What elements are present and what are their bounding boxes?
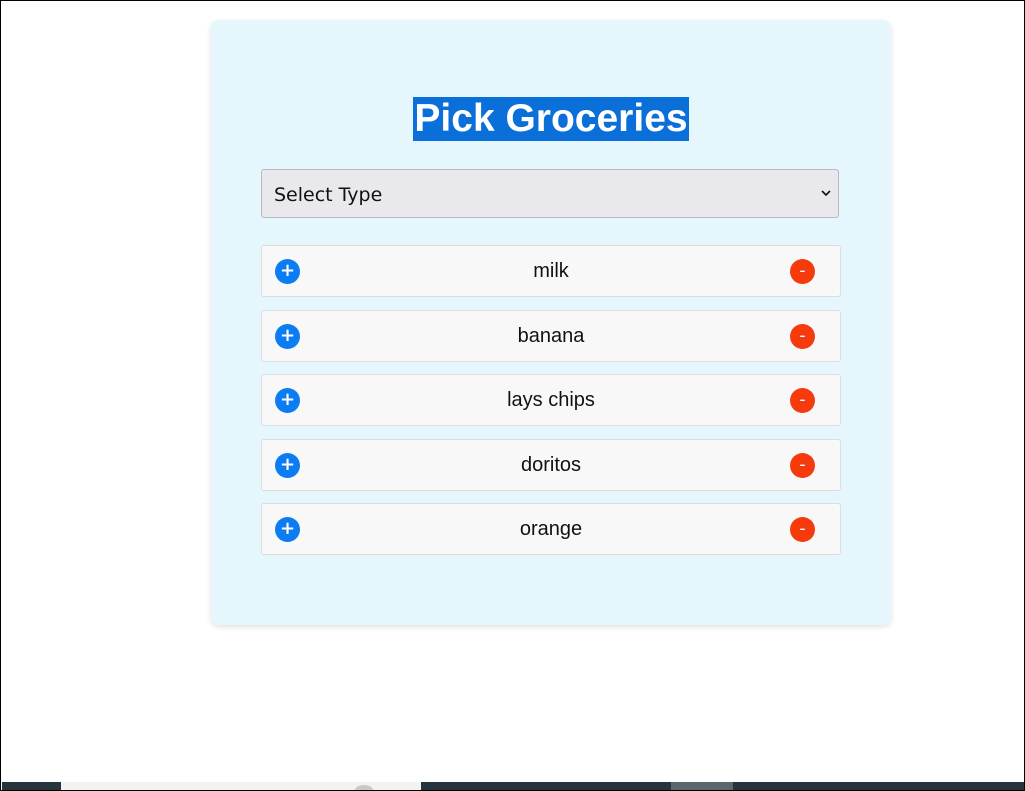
chevron-down-icon [821, 190, 831, 197]
taskbar-active-app[interactable] [671, 782, 733, 790]
page-title: Pick Groceries [413, 97, 689, 141]
taskbar-search-area[interactable] [61, 782, 421, 790]
type-select-value: Select Type [274, 184, 383, 206]
taskbar-icon [355, 785, 373, 790]
grocery-item-orange: + orange - [261, 503, 841, 555]
add-button[interactable]: + [275, 259, 300, 284]
add-button[interactable]: + [275, 517, 300, 542]
grocery-item-label: milk [533, 260, 569, 282]
grocery-item-doritos: + doritos - [261, 438, 841, 491]
remove-button[interactable]: - [790, 452, 815, 478]
grocery-list: + milk - + banana - + lays chips - + dor… [261, 245, 841, 568]
grocery-item-label: doritos [520, 453, 582, 476]
remove-button[interactable]: - [790, 517, 815, 542]
grocery-item-label: lays chips [507, 389, 595, 411]
grocery-item-label: banana [517, 324, 585, 347]
grocery-item-banana: + banana - [261, 309, 841, 362]
add-button[interactable]: + [275, 388, 300, 413]
remove-button[interactable]: - [790, 259, 815, 284]
grocery-item-label: orange [519, 518, 583, 540]
title-wrapper: Pick Groceries [211, 97, 891, 141]
remove-button[interactable]: - [790, 323, 815, 349]
type-select[interactable]: Select Type [261, 169, 839, 218]
groceries-card: Pick Groceries Select Type + milk - + ba… [211, 20, 891, 625]
browser-viewport: Pick Groceries Select Type + milk - + ba… [0, 0, 1025, 791]
taskbar [2, 782, 1024, 790]
add-button[interactable]: + [275, 452, 300, 478]
grocery-item-milk: + milk - [261, 245, 841, 297]
add-button[interactable]: + [275, 323, 300, 349]
remove-button[interactable]: - [790, 388, 815, 413]
grocery-item-lays-chips: + lays chips - [261, 374, 841, 426]
